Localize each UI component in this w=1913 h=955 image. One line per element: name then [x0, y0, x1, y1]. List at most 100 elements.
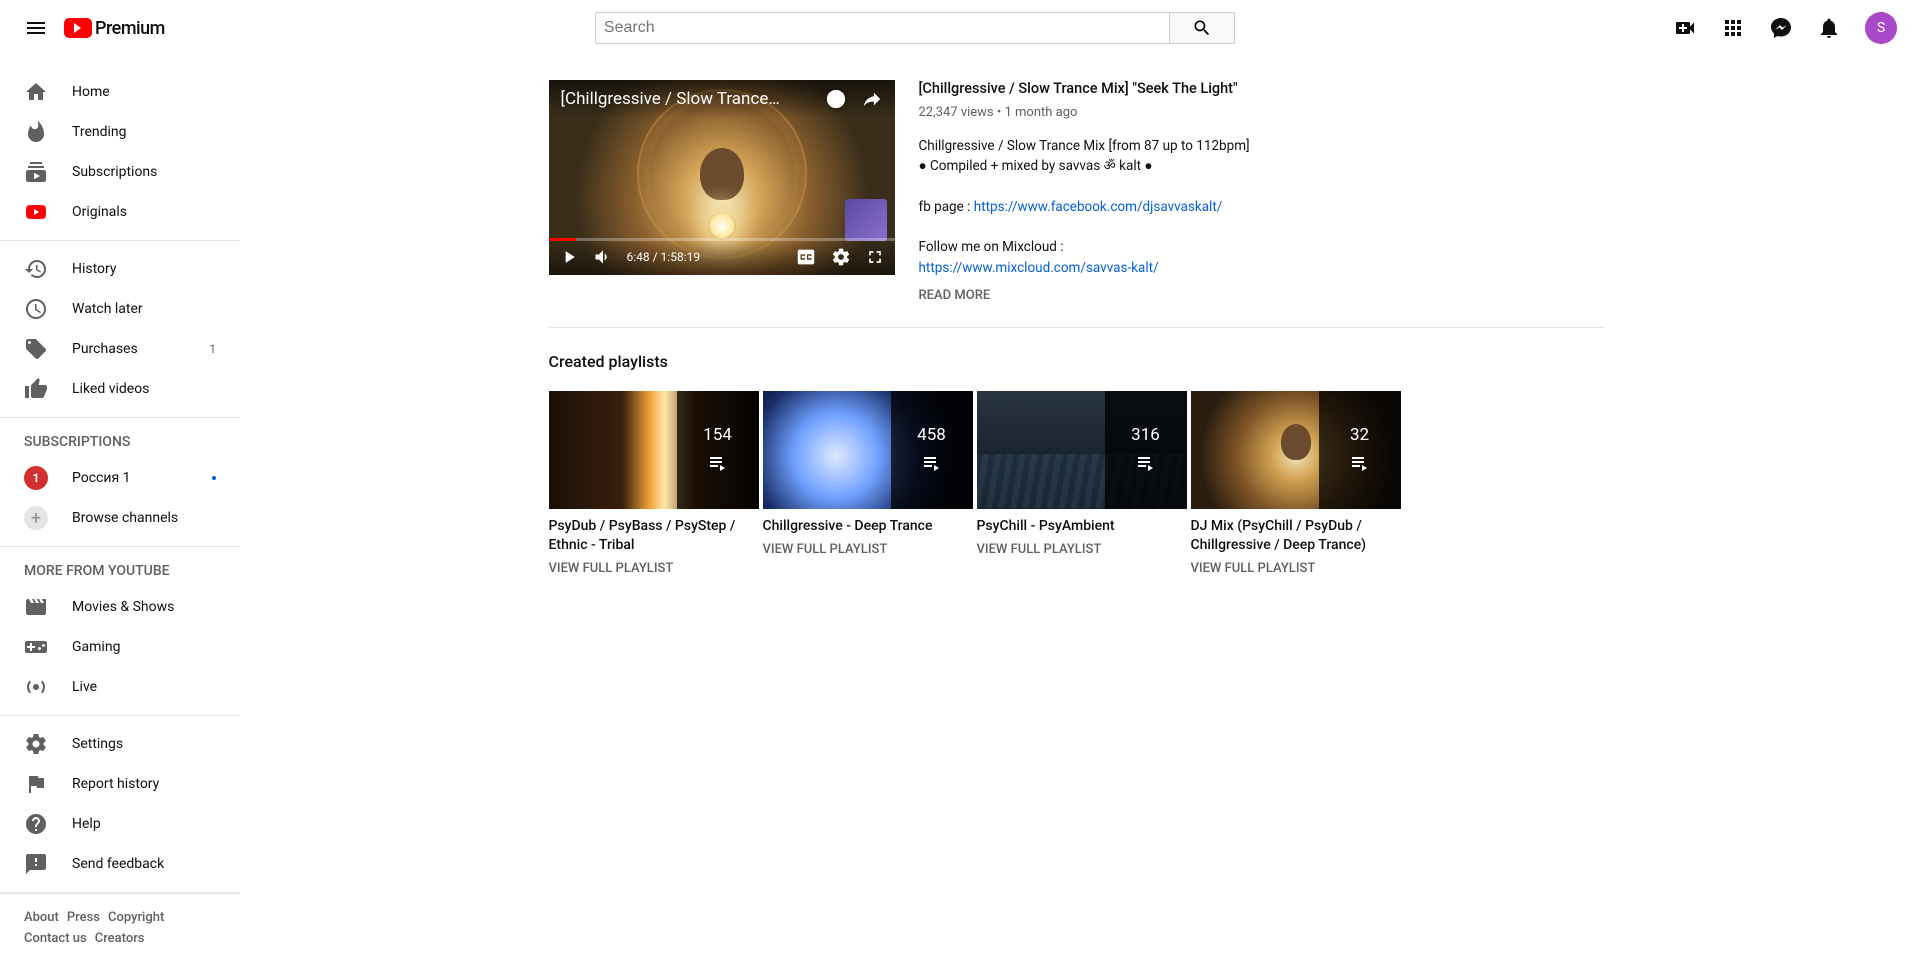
desc-line: ● Compiled + mixed by savvas ॐ kalt ●	[919, 156, 1605, 176]
playlist-thumbnail: 32	[1191, 391, 1401, 509]
desc-link-facebook[interactable]: https://www.facebook.com/djsavvaskalt/	[974, 199, 1223, 215]
live-icon	[24, 675, 48, 699]
fullscreen-icon[interactable]	[865, 247, 885, 267]
sidebar-item-originals[interactable]: Originals	[0, 192, 240, 232]
desc-link-mixcloud[interactable]: https://www.mixcloud.com/savvas-kalt/	[919, 260, 1159, 276]
flag-icon	[24, 772, 48, 796]
playlist-title: PsyChill - PsyAmbient	[977, 517, 1187, 536]
player-top-icons	[825, 88, 883, 110]
watch-later-icon[interactable]	[825, 88, 847, 110]
notifications-button[interactable]	[1809, 8, 1849, 48]
sidebar-section-settings: Settings Report history Help Send feedba…	[0, 716, 240, 893]
logo-text: Premium	[95, 18, 165, 39]
playlist-count-overlay: 154	[677, 391, 759, 509]
channel-avatar-icon: 1	[24, 466, 48, 490]
playlists-row: 154 PsyDub / PsyBass / PsyStep / Ethnic …	[549, 391, 1605, 576]
player-time: 6:48 / 1:58:19	[627, 250, 701, 264]
sidebar-item-purchases[interactable]: Purchases 1	[0, 329, 240, 369]
sidebar-item-home[interactable]: Home	[0, 72, 240, 112]
view-full-playlist-link[interactable]: VIEW FULL PLAYLIST	[763, 542, 973, 557]
home-icon	[24, 80, 48, 104]
view-full-playlist-link[interactable]: VIEW FULL PLAYLIST	[977, 542, 1187, 557]
tag-icon	[24, 337, 48, 361]
help-icon	[24, 812, 48, 836]
film-icon	[24, 595, 48, 619]
sidebar-item-subscriptions[interactable]: Subscriptions	[0, 152, 240, 192]
playlist-card[interactable]: 316 PsyChill - PsyAmbient VIEW FULL PLAY…	[977, 391, 1187, 576]
playlist-card[interactable]: 154 PsyDub / PsyBass / PsyStep / Ethnic …	[549, 391, 759, 576]
header-left: Premium	[16, 8, 165, 48]
player-title: [Chillgressive / Slow Trance Mix] "Seek…	[561, 89, 781, 109]
play-icon[interactable]	[559, 247, 579, 267]
video-player[interactable]: [Chillgressive / Slow Trance Mix] "Seek……	[549, 80, 895, 275]
sidebar-item-history[interactable]: History	[0, 249, 240, 289]
footer-link-press[interactable]: Press	[67, 910, 100, 925]
view-full-playlist-link[interactable]: VIEW FULL PLAYLIST	[1191, 561, 1401, 576]
video-meta: 22,347 views • 1 month ago	[919, 105, 1605, 120]
sidebar-item-report[interactable]: Report history	[0, 764, 240, 804]
sidebar-item-live[interactable]: Live	[0, 667, 240, 707]
sidebar-item-trending[interactable]: Trending	[0, 112, 240, 152]
playlist-count: 316	[1131, 425, 1160, 445]
sidebar-item-label: Settings	[72, 736, 216, 752]
search-input[interactable]	[595, 12, 1170, 44]
footer-link-about[interactable]: About	[24, 910, 59, 925]
sidebar-footer-row: About Press Copyright	[24, 910, 216, 925]
sidebar-item-settings[interactable]: Settings	[0, 724, 240, 764]
playlist-card[interactable]: 458 Chillgressive - Deep Trance VIEW FUL…	[763, 391, 973, 576]
sidebar-section-library: History Watch later Purchases 1 Liked vi…	[0, 241, 240, 418]
footer-link-contact[interactable]: Contact us	[24, 931, 87, 946]
share-icon[interactable]	[861, 88, 883, 110]
channel-watermark-icon[interactable]	[845, 199, 887, 241]
sidebar-item-label: Movies & Shows	[72, 599, 216, 615]
desc-line: Follow me on Mixcloud :	[919, 237, 1605, 257]
apps-button[interactable]	[1713, 8, 1753, 48]
sidebar-item-watch-later[interactable]: Watch later	[0, 289, 240, 329]
create-button[interactable]	[1665, 8, 1705, 48]
playlist-count: 32	[1350, 425, 1369, 445]
originals-icon	[24, 200, 48, 224]
youtube-icon	[64, 18, 92, 38]
sidebar-item-label: Help	[72, 816, 216, 832]
menu-icon	[24, 16, 48, 40]
menu-button[interactable]	[16, 8, 56, 48]
footer-link-creators[interactable]: Creators	[95, 931, 145, 946]
playlist-count: 154	[703, 425, 732, 445]
volume-icon[interactable]	[593, 247, 613, 267]
messages-icon	[1769, 16, 1793, 40]
gear-icon	[24, 732, 48, 756]
sidebar-item-liked[interactable]: Liked videos	[0, 369, 240, 409]
content: [Chillgressive / Slow Trance Mix] "Seek……	[549, 80, 1605, 576]
gaming-icon	[24, 635, 48, 659]
messages-button[interactable]	[1761, 8, 1801, 48]
playlist-thumbnail: 316	[977, 391, 1187, 509]
feedback-icon	[24, 852, 48, 876]
sidebar-section-subscriptions: SUBSCRIPTIONS 1 Россия 1 + Browse channe…	[0, 418, 240, 547]
header: Premium S	[0, 0, 1913, 56]
search-button[interactable]	[1170, 12, 1235, 44]
like-icon	[24, 377, 48, 401]
playlist-card[interactable]: 32 DJ Mix (PsyChill / PsyDub / Chillgres…	[1191, 391, 1401, 576]
footer-link-copyright[interactable]: Copyright	[108, 910, 164, 925]
sidebar-item-label: Trending	[72, 124, 216, 140]
sidebar-subscription-item[interactable]: 1 Россия 1	[0, 458, 240, 498]
featured-video: [Chillgressive / Slow Trance Mix] "Seek……	[549, 80, 1605, 328]
sidebar-item-browse-channels[interactable]: + Browse channels	[0, 498, 240, 538]
settings-gear-icon[interactable]	[831, 247, 851, 267]
desc-line: Chillgressive / Slow Trance Mix [from 87…	[919, 136, 1605, 156]
video-title[interactable]: [Chillgressive / Slow Trance Mix] "Seek …	[919, 80, 1605, 97]
read-more-button[interactable]: READ MORE	[919, 288, 1605, 303]
sidebar-item-label: Subscriptions	[72, 164, 216, 180]
plus-circle-icon: +	[24, 506, 48, 530]
sidebar-section-primary: Home Trending Subscriptions Originals	[0, 64, 240, 241]
new-content-dot-icon	[212, 476, 216, 480]
view-full-playlist-link[interactable]: VIEW FULL PLAYLIST	[549, 561, 759, 576]
sidebar-item-movies[interactable]: Movies & Shows	[0, 587, 240, 627]
logo[interactable]: Premium	[64, 18, 165, 39]
sidebar-item-help[interactable]: Help	[0, 804, 240, 844]
sidebar-item-gaming[interactable]: Gaming	[0, 627, 240, 667]
sidebar-item-feedback[interactable]: Send feedback	[0, 844, 240, 884]
captions-icon[interactable]	[795, 246, 817, 268]
avatar[interactable]: S	[1865, 12, 1897, 44]
header-right: S	[1665, 8, 1897, 48]
